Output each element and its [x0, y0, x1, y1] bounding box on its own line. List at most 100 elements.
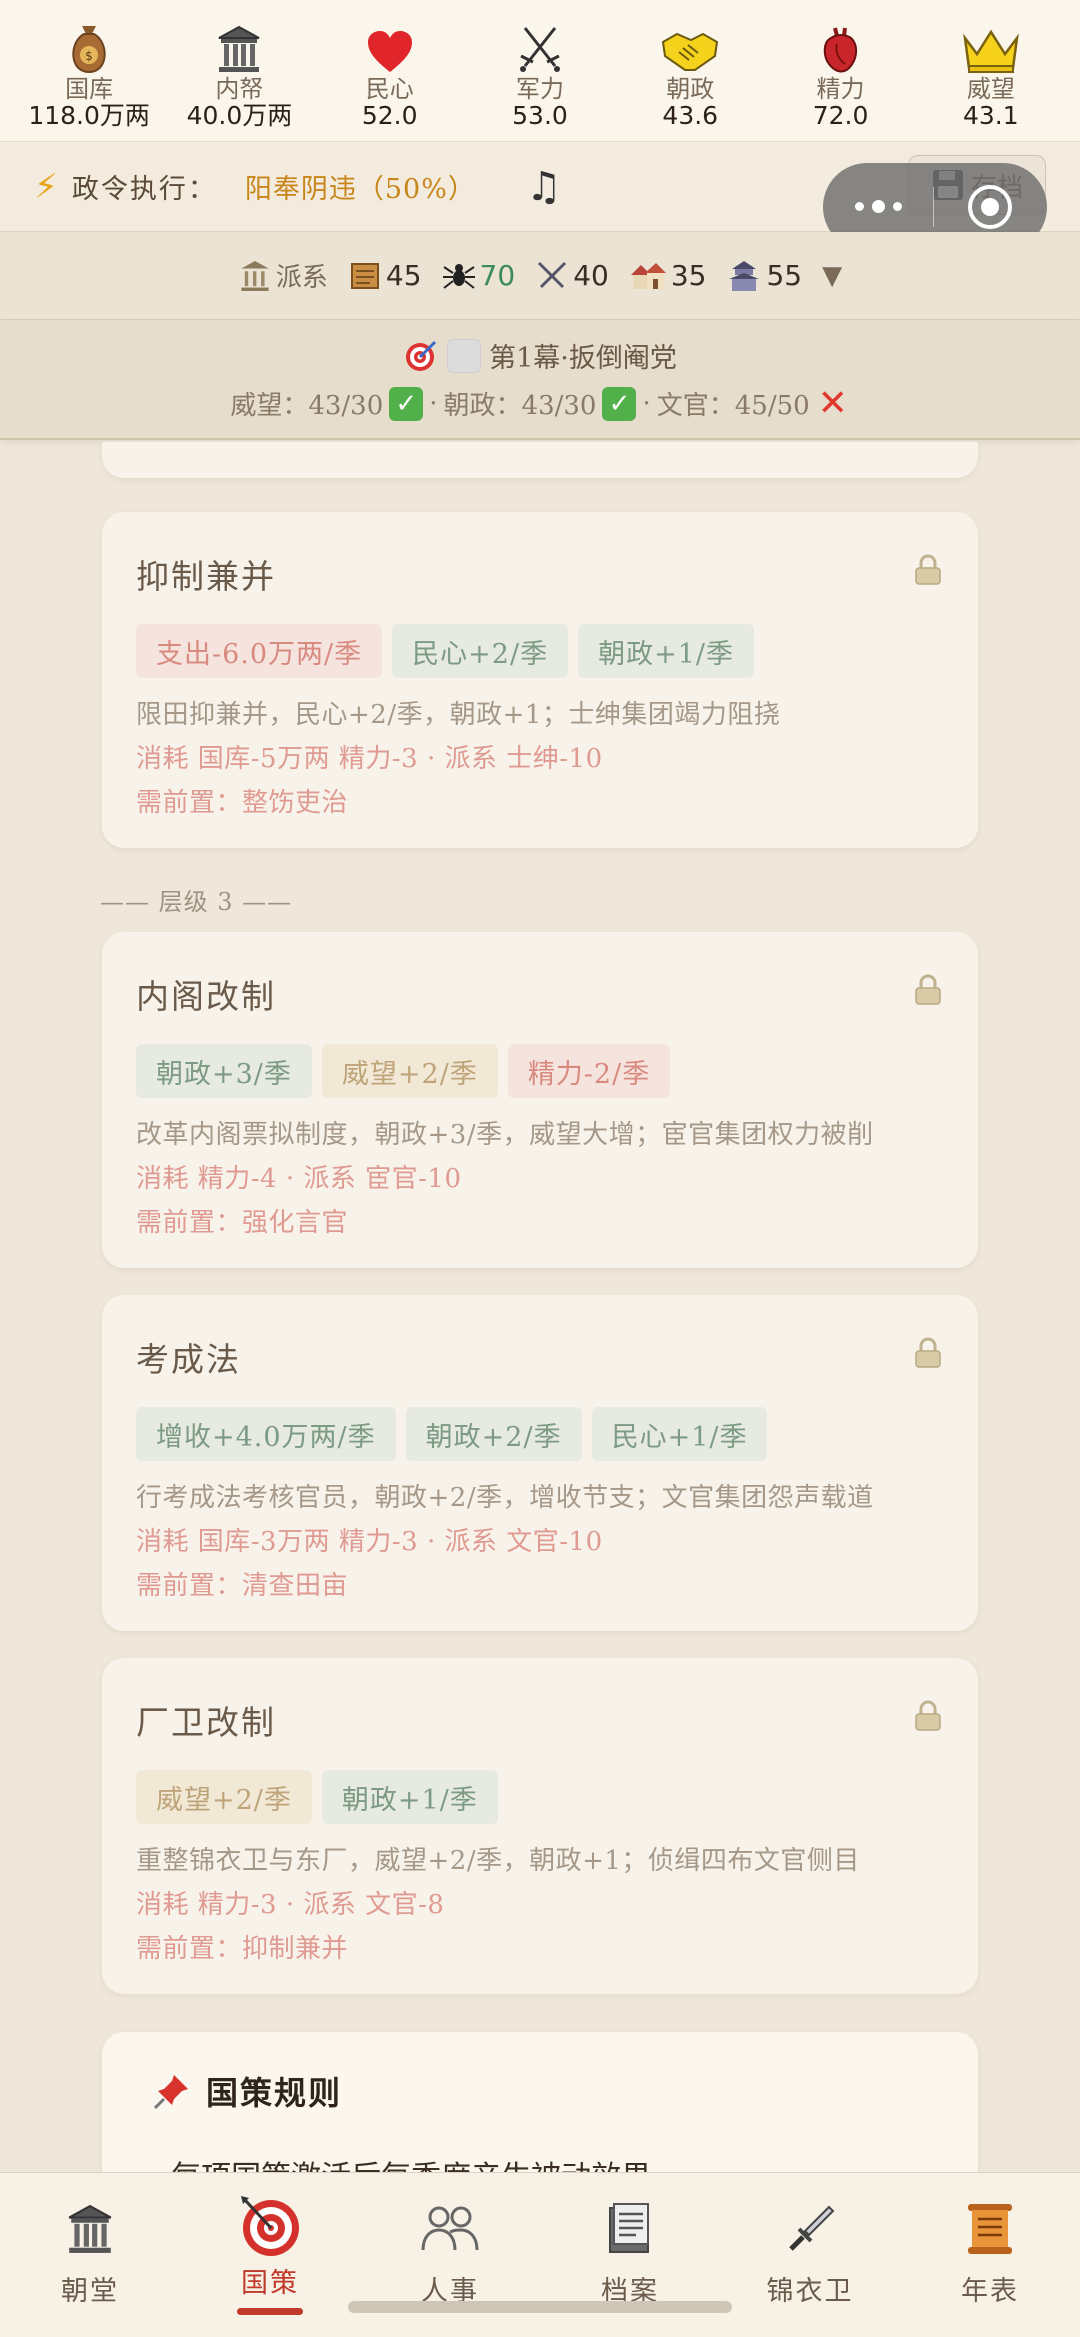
crossed-swords-icon [517, 18, 563, 74]
effect-tag: 威望+2/季 [136, 1770, 312, 1824]
policy-title: 内阁改制 [136, 977, 276, 1016]
people-icon [420, 2199, 480, 2259]
stats-bar: $ 国库 118.0万两 内帑 40.0万两 民心 52.0 军力 53.0 朝… [0, 0, 1080, 142]
effect-tag: 增收+4.0万两/季 [136, 1407, 396, 1461]
stat-label: 军力 [515, 75, 564, 103]
nav-item-personnel[interactable]: 人事 [370, 2199, 530, 2308]
policy-card[interactable]: 内阁改制 朝政+3/季 威望+2/季 精力-2/季 改革内阁票拟制度，朝政+3/… [102, 932, 978, 1268]
effect-tag: 威望+2/季 [321, 1044, 498, 1098]
policy-card[interactable]: 抑制兼并 支出-6.0万两/季 民心+2/季 朝政+1/季 限田抑兼并，民心+2… [102, 512, 978, 848]
rules-title: 国策规则 [206, 2074, 343, 2112]
scroll-chart-icon [964, 2199, 1016, 2259]
anatomical-heart-icon [821, 18, 861, 74]
stat-label: 威望 [966, 75, 1015, 103]
faction-value: 70 [479, 259, 516, 292]
stat-value: 43.6 [662, 101, 719, 130]
stat-label: 民心 [365, 75, 414, 103]
close-target-icon[interactable] [934, 183, 1046, 231]
objective-checkbox [447, 338, 482, 373]
faction-value: 40 [573, 259, 609, 292]
expand-triangle-icon[interactable]: ▼ [822, 261, 842, 291]
stat-governance[interactable]: 朝政 43.6 [620, 18, 760, 130]
separator: · [429, 388, 438, 419]
stat-label: 内帑 [215, 75, 264, 103]
policy-cost: 消耗 精力-4 · 派系 宦官-10 [136, 1164, 462, 1194]
policy-prerequisite: 需前置：强化言官 [136, 1208, 349, 1238]
check-mark-icon: ✓ [602, 386, 637, 421]
nav-item-policy[interactable]: 国策 [190, 2196, 350, 2315]
palace-icon [241, 260, 269, 291]
nav-label: 年表 [961, 2276, 1019, 2307]
stat-value: 52.0 [361, 101, 418, 130]
stat-privy-purse[interactable]: 内帑 40.0万两 [169, 18, 309, 130]
decree-value: 阳奉阴违（50%） [244, 174, 476, 205]
stat-energy[interactable]: 精力 72.0 [771, 18, 911, 130]
active-tab-indicator [237, 2308, 303, 2315]
dagger-icon [785, 2199, 835, 2259]
spider-icon [442, 263, 475, 289]
faction-imperial-clan[interactable]: 55 [726, 259, 802, 293]
palace-icon [64, 2199, 116, 2259]
nav-item-chronicle[interactable]: 年表 [910, 2199, 1070, 2308]
nav-item-court[interactable]: 朝堂 [10, 2199, 170, 2308]
policy-description: 重整锦衣卫与东厂，威望+2/季，朝政+1；侦缉四布文官侧目 [136, 1846, 860, 1876]
policy-card[interactable]: 厂卫改制 威望+2/季 朝政+1/季 重整锦衣卫与东厂，威望+2/季，朝政+1；… [102, 1658, 978, 1994]
faction-eunuchs[interactable]: 70 [442, 259, 516, 293]
effect-tag: 朝政+1/季 [578, 624, 754, 678]
stat-treasury[interactable]: $ 国库 118.0万两 [19, 18, 159, 130]
swords-icon [538, 261, 567, 288]
stat-popular-support[interactable]: 民心 52.0 [320, 18, 460, 130]
policy-description: 行考成法考核官员，朝政+2/季，增收节支；文官集团怨声载道 [136, 1483, 874, 1513]
faction-value: 45 [385, 259, 422, 292]
nav-item-guards[interactable]: 锦衣卫 [730, 2199, 890, 2308]
stat-label: 朝政 [666, 75, 715, 103]
faction-value: 55 [766, 259, 803, 292]
faction-label: 派系 [238, 257, 328, 294]
dart-target-icon [237, 2191, 303, 2259]
lock-icon [914, 1337, 942, 1373]
stat-label: 精力 [816, 75, 865, 103]
lock-icon [914, 554, 942, 590]
condition-prestige: 威望：43/30 [230, 391, 384, 421]
rules-card: 国策规则 · 每项国策激活后每季度产生被动效果 [102, 2032, 978, 2172]
nav-label: 朝堂 [61, 2276, 119, 2307]
policy-prerequisite: 需前置：清查田亩 [136, 1571, 349, 1601]
effect-tag: 朝政+1/季 [321, 1770, 498, 1824]
cross-mark-icon: ✕ [817, 383, 848, 424]
castle-icon [729, 260, 760, 291]
effect-tag: 民心+2/季 [392, 624, 569, 678]
nav-item-archive[interactable]: 档案 [550, 2199, 710, 2308]
faction-bar[interactable]: 派系 45 70 40 35 55 ▼ [0, 232, 1080, 320]
objective-title: 第1幕·扳倒阉党 [489, 343, 677, 374]
nav-label: 锦衣卫 [766, 2276, 854, 2307]
archive-icon [606, 2199, 654, 2259]
policy-list[interactable]: 抑制兼并 支出-6.0万两/季 民心+2/季 朝政+1/季 限田抑兼并，民心+2… [0, 442, 1080, 2172]
heart-icon [366, 18, 414, 74]
home-indicator[interactable] [348, 2301, 732, 2313]
policy-description: 改革内阁票拟制度，朝政+3/季，威望大增；宦官集团权力被削 [136, 1120, 874, 1150]
more-icon[interactable] [823, 199, 933, 213]
policy-cost: 消耗 国库-3万两 精力-3 · 派系 文官-10 [136, 1527, 603, 1557]
policy-description: 限田抑兼并，民心+2/季，朝政+1；士绅集团竭力阻挠 [136, 700, 781, 730]
money-bag-icon: $ [67, 18, 111, 74]
condition-officials: 文官：45/50 [656, 391, 810, 421]
pushpin-icon [153, 2075, 188, 2110]
dart-target-icon [406, 340, 437, 371]
music-icon[interactable]: ♫ [526, 164, 562, 210]
separator: · [642, 388, 651, 419]
faction-military[interactable]: 40 [535, 259, 609, 293]
policy-prerequisite: 需前置：整饬吏治 [136, 788, 349, 818]
stat-value: 72.0 [812, 101, 869, 130]
policy-title: 厂卫改制 [136, 1703, 276, 1742]
nav-label: 国策 [241, 2268, 299, 2299]
decree-label: 政令执行： [71, 174, 217, 205]
faction-gentry[interactable]: 35 [629, 259, 706, 293]
check-mark-icon: ✓ [389, 386, 424, 421]
stat-label: 国库 [65, 75, 114, 103]
handshake-icon [661, 18, 719, 74]
stat-military[interactable]: 军力 53.0 [470, 18, 610, 130]
stat-prestige[interactable]: 威望 43.1 [921, 18, 1061, 130]
policy-card-previous [102, 442, 978, 478]
policy-card[interactable]: 考成法 增收+4.0万两/季 朝政+2/季 民心+1/季 行考成法考核官员，朝政… [102, 1295, 978, 1631]
faction-scholars[interactable]: 45 [348, 259, 422, 293]
